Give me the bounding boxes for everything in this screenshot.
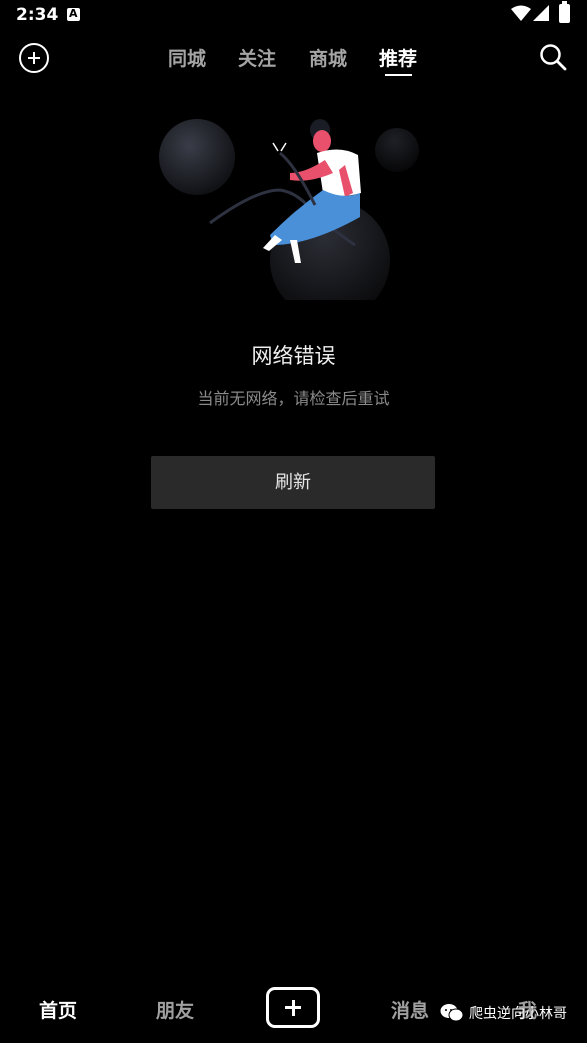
top-nav: 同城 关注 商城 推荐 xyxy=(0,36,587,80)
signal-icon xyxy=(533,5,549,21)
error-subtitle: 当前无网络，请检查后重试 xyxy=(197,389,390,408)
tab-mall[interactable]: 商城 xyxy=(309,44,347,71)
add-circle-icon[interactable] xyxy=(19,43,49,73)
tab-recommend[interactable]: 推荐 xyxy=(379,44,417,71)
network-error-illustration xyxy=(159,119,419,305)
search-icon[interactable] xyxy=(538,42,568,72)
watermark-text: 爬虫逆向小林哥 xyxy=(469,1006,567,1022)
refresh-button[interactable]: 刷新 xyxy=(151,456,435,509)
error-title: 网络错误 xyxy=(251,344,336,368)
bottom-tab-messages[interactable]: 消息 xyxy=(391,996,429,1023)
wifi-icon xyxy=(511,5,531,21)
publish-button[interactable] xyxy=(266,987,320,1028)
tab-following[interactable]: 关注 xyxy=(238,44,276,71)
notification-app-icon: A xyxy=(67,7,80,21)
watermark: 爬虫逆向小林哥 xyxy=(440,1003,567,1023)
bottom-tab-friends[interactable]: 朋友 xyxy=(156,996,194,1023)
tab-local[interactable]: 同城 xyxy=(168,44,206,71)
notification-app-letter: A xyxy=(69,7,78,20)
active-tab-indicator xyxy=(385,74,412,76)
status-time: 2:34 xyxy=(16,5,59,25)
screen: 2:34 A 同城 关注 商城 推荐 网络错误 当前无网络，请检查后重试 刷新 … xyxy=(0,0,587,1043)
wechat-icon xyxy=(440,1004,464,1022)
battery-icon xyxy=(559,1,570,23)
status-bar: 2:34 A xyxy=(0,0,587,30)
bottom-tab-home[interactable]: 首页 xyxy=(39,996,77,1023)
